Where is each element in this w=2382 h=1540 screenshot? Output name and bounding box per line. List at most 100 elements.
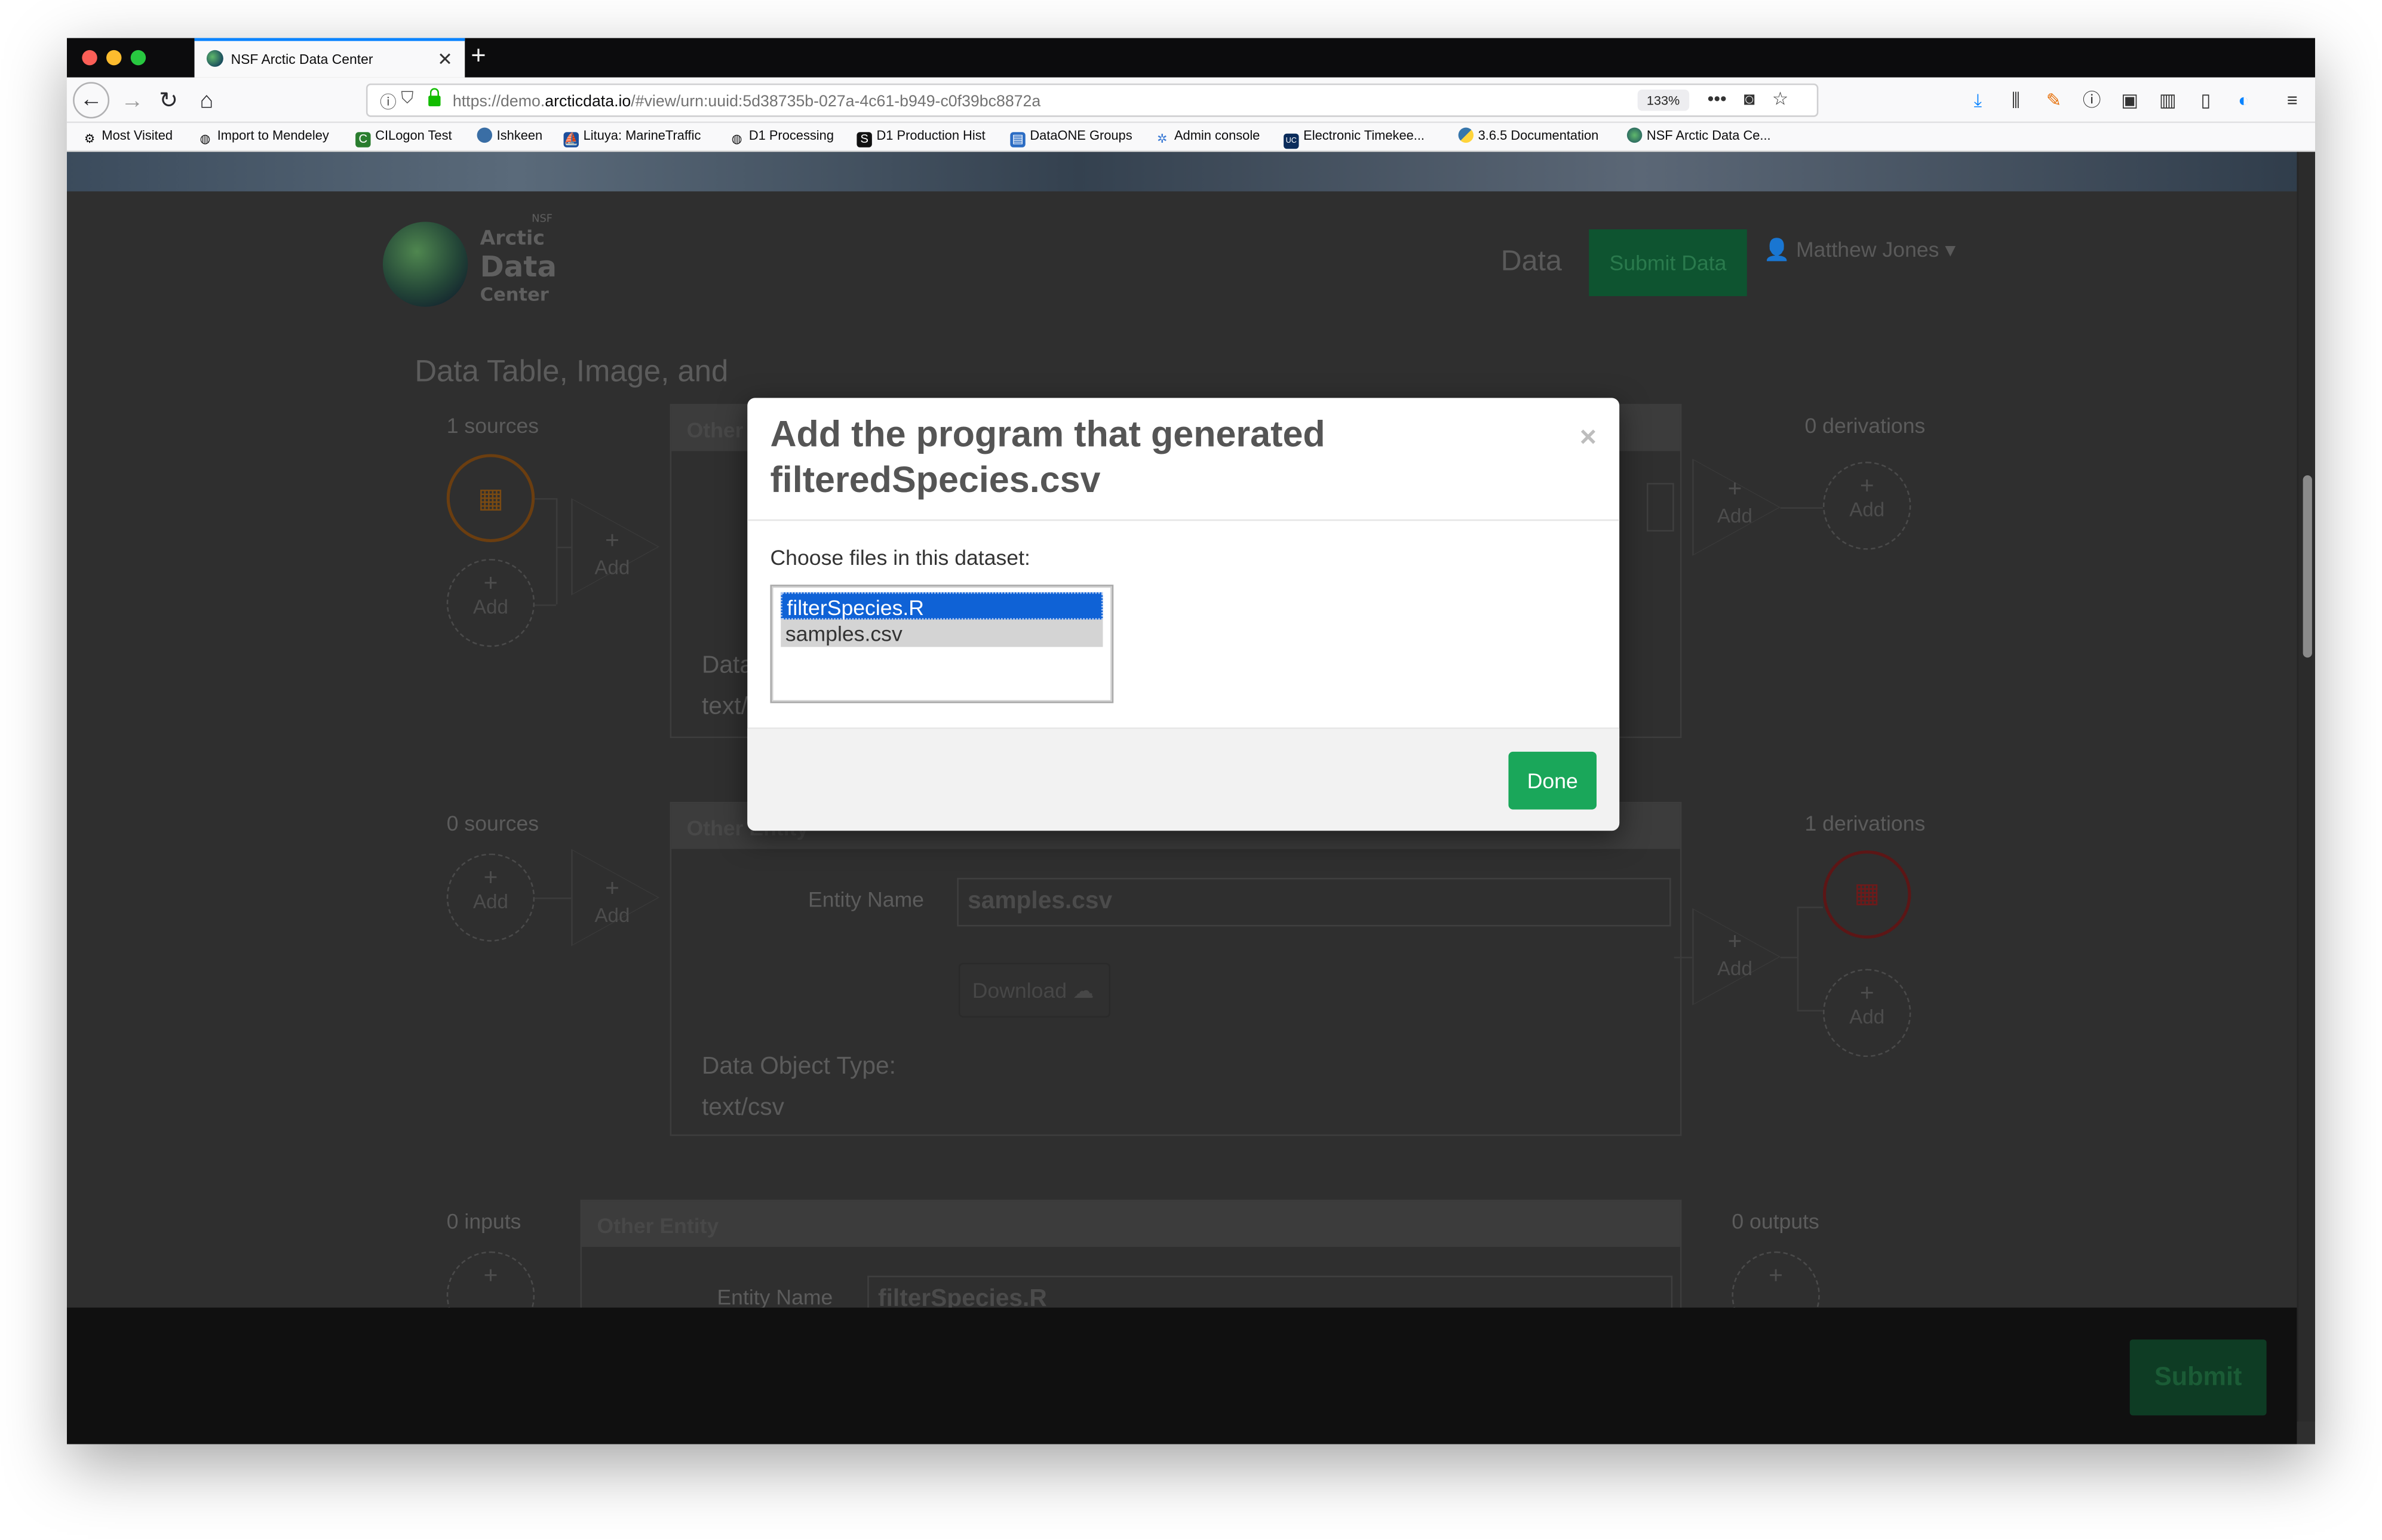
sources-count-2: 0 sources — [446, 811, 539, 835]
s-app-icon: S — [857, 132, 872, 147]
bookmarks-bar: ⚙ Most Visited ◍ Import to Mendeley C CILog… — [66, 123, 2315, 152]
bookmark-star-icon[interactable]: ☆ — [1772, 88, 1788, 110]
globe-icon: ◍ — [731, 132, 742, 146]
derivations-count-2: 1 derivations — [1804, 811, 1926, 835]
sync-icon[interactable]: ◐ — [2231, 88, 2256, 113]
close-window-button[interactable] — [82, 50, 97, 66]
bookmark-admin-console[interactable]: ✲ Admin console — [1155, 128, 1260, 147]
dataone-icon: ▤ — [1010, 132, 1026, 147]
python-icon — [1458, 127, 1474, 143]
scrollbar-thumb[interactable] — [2303, 475, 2312, 658]
add-program-modal: Add the program that generated filteredSp… — [747, 398, 1620, 831]
add-derivation-program-label[interactable]: + Add — [1705, 477, 1766, 527]
outputs-count: 0 outputs — [1732, 1209, 1819, 1234]
add-program-label-2[interactable]: + Add — [582, 876, 643, 926]
add-program-label[interactable]: + Add — [582, 528, 643, 579]
arctic-data-center-logo[interactable]: NSF Arctic Data Center — [382, 213, 565, 310]
add-source-button[interactable]: + Add — [446, 558, 535, 647]
forward-button[interactable]: → — [115, 85, 149, 118]
bookmark-cilogon-test[interactable]: C CILogon Test — [355, 128, 452, 147]
tab-bar: NSF Arctic Data Center ✕ + — [66, 38, 2315, 78]
modal-title: Add the program that generated filteredSp… — [770, 413, 1597, 505]
submit-data-button[interactable]: Submit Data — [1589, 229, 1747, 296]
zoom-level[interactable]: 133% — [1637, 90, 1689, 111]
bookmark-electronic-timekeeping[interactable]: UC Electronic Timekee... — [1284, 128, 1425, 149]
user-menu[interactable]: 👤 Matthew Jones ▾ — [1764, 237, 1956, 263]
minimize-window-button[interactable] — [106, 50, 122, 66]
logo-center-text: Center — [480, 284, 549, 306]
reader-icon[interactable]: ▯ — [2194, 88, 2218, 113]
page-actions-group: ••• ◙ ☆ — [1708, 88, 1789, 110]
url-domain: arcticdata.io — [545, 93, 631, 111]
data-object-type-label: Data Object Type: — [702, 1054, 896, 1080]
zoom-window-button[interactable] — [130, 50, 146, 66]
new-tab-button[interactable]: + — [471, 41, 486, 72]
nav-data-link[interactable]: Data — [1501, 246, 1562, 279]
caret-down-icon: ▾ — [1939, 236, 1956, 262]
add-derivation-button-2[interactable]: + Add — [1822, 969, 1911, 1058]
entity-name-field-partial[interactable] — [1646, 482, 1674, 532]
sidebar-icon[interactable]: ▥ — [2156, 88, 2180, 113]
back-button[interactable]: ← — [73, 82, 110, 119]
cloud-download-icon: ☁ — [1072, 978, 1094, 1003]
modal-header: Add the program that generated filteredSp… — [747, 398, 1620, 521]
add-source-button-2[interactable]: + Add — [446, 853, 535, 942]
bookmark-import-mendeley[interactable]: ◍ Import to Mendeley — [198, 128, 329, 147]
done-button[interactable]: Done — [1508, 751, 1597, 810]
extension-s-icon[interactable]: ▣ — [2117, 88, 2142, 113]
more-actions-icon[interactable]: ••• — [1708, 88, 1727, 110]
page-content: NSF Arctic Data Center Data Submit Data … — [66, 152, 2315, 1444]
bookmark-dataone-groups[interactable]: ▤ DataONE Groups — [1010, 128, 1132, 147]
close-icon[interactable]: × — [1580, 422, 1597, 456]
browser-tab[interactable]: NSF Arctic Data Center ✕ — [194, 38, 465, 78]
extension-notification-icon[interactable]: ✎ — [2042, 88, 2066, 113]
sources-count: 1 sources — [446, 413, 539, 438]
globe-icon: ◍ — [199, 132, 211, 146]
logo-data-text: Data — [480, 250, 557, 284]
download-button[interactable]: Download ☁ — [958, 963, 1111, 1018]
choose-files-label: Choose files in this dataset: — [770, 545, 1030, 570]
bookmark-nsf-arctic[interactable]: NSF Arctic Data Ce... — [1626, 127, 1771, 143]
table-icon: ▦ — [477, 482, 504, 514]
bookmark-ishkeen[interactable]: Ishkeen — [477, 127, 542, 143]
pocket-icon[interactable]: ◙ — [1744, 88, 1755, 110]
bookmark-most-visited[interactable]: ⚙ Most Visited — [82, 128, 173, 147]
home-button[interactable]: ⌂ — [190, 85, 223, 118]
reload-button[interactable]: ↻ — [152, 85, 185, 118]
library-icon[interactable]: ⫼ — [2004, 88, 2028, 113]
source-data-table[interactable]: ▦ — [446, 454, 535, 542]
bookmark-d1-processing[interactable]: ◍ D1 Processing — [729, 128, 834, 147]
file-option-samples[interactable]: samples.csv — [781, 619, 1103, 647]
address-bar[interactable]: ⓘ ⛉ https://demo.arcticdata.io/#view/urn… — [366, 83, 1819, 117]
url-text[interactable]: https://demo.arcticdata.io/#view/urn:uui… — [453, 93, 1040, 111]
file-select-list[interactable]: filterSpecies.R samples.csv — [770, 585, 1114, 703]
footer-bar: Submit — [66, 1307, 2297, 1444]
hero-image-strip — [66, 152, 2315, 192]
page-scrollbar[interactable] — [2297, 152, 2315, 1422]
submit-button[interactable]: Submit — [2129, 1339, 2267, 1416]
marinetraffic-icon: ⛵ — [563, 132, 579, 147]
entity-name-field[interactable]: samples.csv — [957, 878, 1671, 927]
file-option-filterspecies[interactable]: filterSpecies.R — [781, 592, 1103, 620]
hamburger-menu-icon[interactable]: ≡ — [2280, 88, 2304, 113]
lock-icon[interactable] — [428, 88, 441, 107]
bookmark-lituya[interactable]: ⛵ Lituya: MarineTraffic — [563, 128, 701, 147]
user-icon: 👤 — [1763, 236, 1791, 262]
table-icon: ▦ — [1854, 878, 1880, 908]
earth-icon — [477, 127, 493, 143]
derivation-data-table[interactable]: ▦ — [1822, 850, 1911, 939]
entity-name-label: Entity Name — [808, 887, 924, 911]
bookmark-d1-production-hist[interactable]: S D1 Production Hist — [857, 128, 986, 147]
admin-gear-icon: ✲ — [1157, 132, 1168, 146]
downloads-icon[interactable]: ⤓ — [1966, 88, 1990, 113]
tracking-shield-icon[interactable]: ⛉ — [401, 90, 413, 109]
bookmark-python-docs[interactable]: 3.6.5 Documentation — [1458, 127, 1598, 143]
password-manager-icon[interactable]: ⓘ — [2080, 88, 2104, 113]
add-derivation-button[interactable]: + Add — [1822, 462, 1911, 550]
user-name: Matthew Jones — [1796, 236, 1939, 262]
close-tab-icon[interactable]: ✕ — [437, 48, 453, 70]
modal-footer: Done — [747, 727, 1620, 831]
data-object-type-value: text/csv — [702, 1095, 784, 1121]
info-icon[interactable]: ⓘ — [380, 90, 397, 114]
add-derivation-program-label-2[interactable]: + Add — [1705, 929, 1766, 979]
